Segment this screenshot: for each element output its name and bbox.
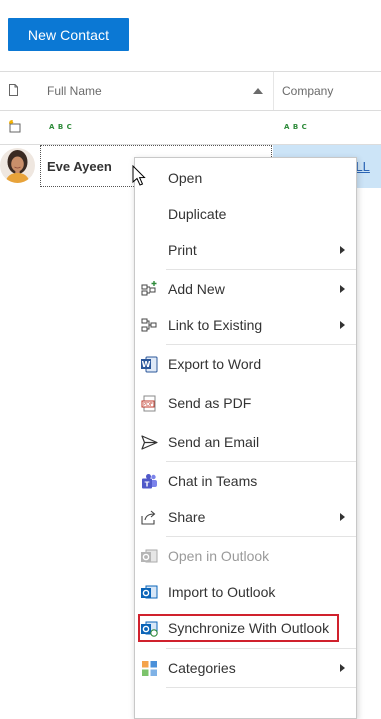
menu-item-print[interactable]: Print (135, 234, 356, 266)
menu-divider (166, 269, 356, 270)
column-header-full-name[interactable]: Full Name (47, 84, 102, 98)
menu-item-label: Add New (168, 281, 225, 297)
menu-divider (166, 461, 356, 462)
svg-text:T: T (145, 481, 150, 489)
sort-ascending-icon[interactable] (253, 88, 263, 94)
highlight-box (138, 614, 339, 642)
menu-item-label: Open (168, 170, 203, 186)
mouse-pointer-icon (132, 165, 146, 186)
menu-divider (166, 648, 356, 649)
add-new-icon (141, 281, 157, 296)
column-separator[interactable] (273, 72, 274, 110)
menu-item-label: Link to Existing (168, 317, 263, 333)
new-contact-button[interactable]: New Contact (8, 18, 129, 51)
menu-item-add-new[interactable]: Add New (135, 273, 356, 305)
submenu-arrow-icon (340, 513, 345, 521)
menu-item-share[interactable]: Share (135, 501, 356, 533)
menu-item-label: Share (168, 509, 206, 525)
menu-item-label: Open in Outlook (168, 548, 270, 564)
menu-item-open[interactable]: Open (135, 162, 356, 194)
menu-item-chat-in-teams[interactable]: T Chat in Teams (135, 465, 356, 497)
menu-item-label: Export to Word (168, 356, 262, 372)
outlook-icon (141, 549, 158, 563)
outlook-import-icon (141, 585, 158, 599)
menu-divider (166, 344, 356, 345)
pdf-icon: PDF (141, 395, 156, 412)
submenu-arrow-icon (340, 246, 345, 254)
abc-filter-icon[interactable]: A B C (284, 123, 307, 131)
menu-divider (166, 536, 356, 537)
word-icon: W (141, 356, 158, 373)
menu-item-label: Send as PDF (168, 395, 252, 411)
grid-header: Full Name Company (0, 72, 381, 110)
menu-item-label: Print (168, 242, 197, 258)
menu-item-link-to-existing[interactable]: Link to Existing (135, 309, 356, 341)
menu-item-send-as-pdf[interactable]: PDF Send as PDF (135, 387, 356, 419)
context-menu: Open Duplicate Print Add New Link to Exi… (134, 157, 357, 719)
column-header-company[interactable]: Company (282, 84, 333, 98)
submenu-arrow-icon (340, 285, 345, 293)
teams-icon: T (142, 474, 157, 489)
svg-text:W: W (142, 360, 151, 369)
menu-item-categories[interactable]: Categories (135, 652, 356, 684)
menu-item-duplicate[interactable]: Duplicate (135, 198, 356, 230)
svg-text:PDF: PDF (143, 402, 153, 408)
abc-filter-icon[interactable]: A B C (49, 123, 72, 131)
submenu-arrow-icon (340, 664, 345, 672)
new-row-icon (9, 120, 21, 133)
contact-name: Eve Ayeen (47, 159, 112, 174)
menu-item-label: Chat in Teams (168, 473, 258, 489)
menu-item-export-to-word[interactable]: W Export to Word (135, 348, 356, 380)
menu-item-open-in-outlook[interactable]: Open in Outlook (135, 540, 356, 572)
avatar (0, 148, 35, 183)
document-icon (9, 84, 18, 96)
menu-item-import-to-outlook[interactable]: Import to Outlook (135, 576, 356, 608)
menu-divider (166, 687, 356, 688)
menu-item-label: Categories (168, 660, 236, 676)
submenu-arrow-icon (340, 321, 345, 329)
link-existing-icon (141, 318, 157, 332)
send-icon (141, 435, 158, 450)
categories-icon (142, 661, 157, 676)
filter-row: A B C A B C (0, 111, 381, 144)
menu-item-label: Send an Email (168, 434, 260, 450)
menu-item-send-an-email[interactable]: Send an Email (135, 426, 356, 458)
share-icon (141, 510, 156, 525)
menu-item-label: Duplicate (168, 206, 227, 222)
menu-item-label: Import to Outlook (168, 584, 276, 600)
